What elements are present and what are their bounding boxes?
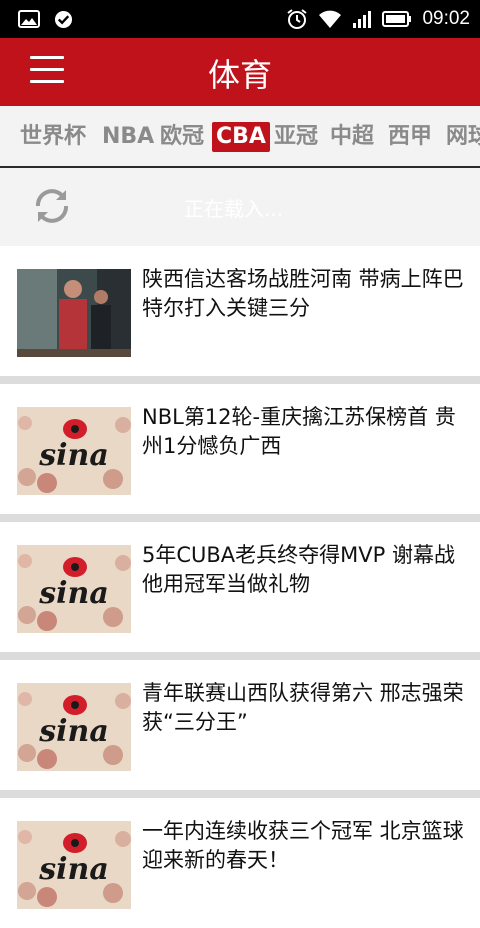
- news-item[interactable]: sina 青年联赛山西队获得第六 邢志强荣获“三分王”: [0, 660, 480, 790]
- alarm-icon: [287, 9, 308, 29]
- battery-icon: [382, 11, 412, 27]
- news-item[interactable]: sina NBL第12轮-重庆擒江苏保榜首 贵州1分憾负广西: [0, 384, 480, 514]
- page-title: 体育: [207, 56, 272, 94]
- sina-thumbnail: sina: [17, 407, 131, 495]
- tab-la-liga[interactable]: 西甲: [384, 122, 436, 152]
- signal-icon: [353, 11, 372, 28]
- sina-logo-text: sina: [38, 438, 109, 473]
- wifi-icon: [319, 10, 342, 28]
- sina-thumbnail: sina: [17, 821, 131, 909]
- news-item[interactable]: 陕西信达客场战胜河南 带病上阵巴特尔打入关键三分: [0, 246, 480, 376]
- sina-logo-text: sina: [38, 576, 109, 611]
- loading-bar: 正在载入...: [0, 168, 480, 246]
- news-title: 陕西信达客场战胜河南 带病上阵巴特尔打入关键三分: [142, 267, 464, 320]
- sina-thumbnail: sina: [17, 683, 131, 771]
- news-title: 5年CUBA老兵终夺得MVP 谢幕战他用冠军当做礼物: [142, 543, 455, 596]
- news-title: 一年内连续收获三个冠军 北京篮球迎来新的春天！: [142, 819, 464, 872]
- tab-cba[interactable]: CBA: [212, 122, 270, 152]
- check-circle-icon: [54, 10, 73, 29]
- news-title: 青年联赛山西队获得第六 邢志强荣获“三分王”: [142, 681, 464, 734]
- tab-tennis[interactable]: 网球: [442, 122, 480, 152]
- divider: [0, 790, 480, 798]
- category-tabs: 世界杯 NBA 欧冠 CBA 亚冠 中超 西甲 网球: [0, 106, 480, 168]
- tab-world-cup[interactable]: 世界杯: [16, 122, 90, 152]
- tab-nba[interactable]: NBA: [98, 122, 158, 152]
- divider: [0, 376, 480, 384]
- refresh-icon[interactable]: [30, 184, 74, 228]
- sina-logo-text: sina: [38, 714, 109, 749]
- status-time: 09:02: [422, 8, 470, 29]
- news-item[interactable]: sina 一年内连续收获三个冠军 北京篮球迎来新的春天！: [0, 798, 480, 928]
- loading-text: 正在载入...: [184, 197, 284, 221]
- tab-afc-champions[interactable]: 亚冠: [270, 122, 322, 152]
- divider: [0, 652, 480, 660]
- tab-champions-league[interactable]: 欧冠: [156, 122, 208, 152]
- news-thumbnail: [17, 269, 131, 357]
- divider: [0, 514, 480, 522]
- news-item[interactable]: sina 5年CUBA老兵终夺得MVP 谢幕战他用冠军当做礼物: [0, 522, 480, 652]
- status-bar: 09:02: [0, 0, 480, 38]
- gallery-icon: [18, 10, 40, 28]
- sina-logo-text: sina: [38, 852, 109, 887]
- sina-thumbnail: sina: [17, 545, 131, 633]
- tab-csl[interactable]: 中超: [326, 122, 378, 152]
- app-header: 体育: [0, 38, 480, 106]
- news-title: NBL第12轮-重庆擒江苏保榜首 贵州1分憾负广西: [142, 405, 456, 458]
